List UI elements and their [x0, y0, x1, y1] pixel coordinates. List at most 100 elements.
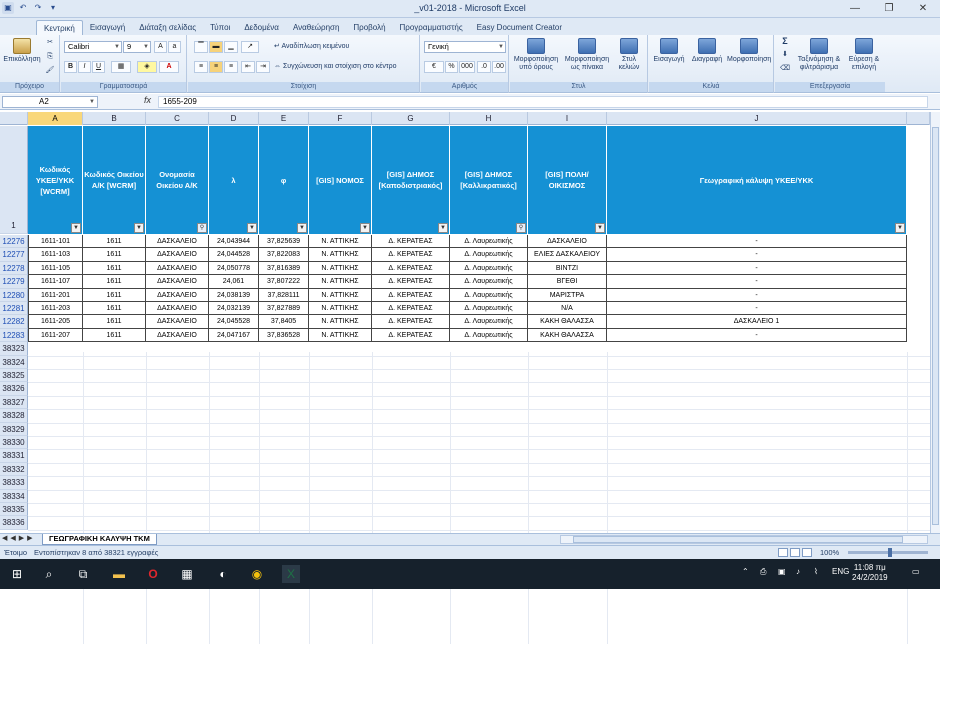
spreadsheet-grid[interactable]: A B C D E F G H I J 1 Κωδικός ΥΚΕΕ/ΥΚΚ [… [0, 112, 930, 644]
formula-input[interactable]: 1655-209 [158, 96, 928, 108]
table-cell[interactable]: 37,836528 [259, 328, 309, 343]
row-header[interactable]: 12280 [0, 288, 28, 302]
percent-button[interactable]: % [445, 61, 458, 73]
task-view-icon[interactable]: ⧉ [74, 565, 92, 583]
font-size-select[interactable]: 9 ▼ [123, 41, 151, 53]
table-cell[interactable]: 1611 [83, 288, 146, 302]
table-cell[interactable]: 37,827889 [259, 302, 309, 316]
align-top-icon[interactable]: ▔ [194, 41, 208, 53]
filter-active-icon[interactable]: ⚲ [197, 223, 207, 233]
table-cell[interactable]: ΒΓΕΘΙ [528, 275, 607, 289]
disk-utility-icon[interactable]: ◐ [214, 565, 232, 583]
font-color-icon[interactable]: A [159, 61, 179, 73]
delete-cells-button[interactable]: Διαγραφή [689, 38, 725, 64]
page-layout-view-icon[interactable] [790, 548, 800, 557]
table-cell[interactable]: - [607, 288, 907, 302]
table-cell[interactable]: ΔΑΣΚΑΛΕΙΟ [146, 302, 209, 316]
header-cell-code[interactable]: Κωδικός ΥΚΕΕ/ΥΚΚ [WCRM] ▼ [28, 126, 83, 234]
table-cell[interactable]: ΕΛΙΕΣ ΔΑΣΚΑΛΕΙΟΥ [528, 248, 607, 262]
clear-icon[interactable]: ⌫ [779, 65, 791, 73]
row-header[interactable]: 12276 [0, 235, 28, 249]
sort-filter-button[interactable]: Ταξινόμηση & φιλτράρισμα [795, 38, 843, 72]
row-header[interactable]: 12278 [0, 261, 28, 276]
row-header[interactable]: 12282 [0, 315, 28, 329]
header-cell-prefecture[interactable]: [GIS] ΝΟΜΟΣ ▼ [309, 126, 372, 234]
table-cell[interactable]: Δ. Λαυρεωτικής [450, 328, 528, 343]
row-header[interactable]: 38326 [0, 382, 28, 396]
table-cell[interactable]: ΔΑΣΚΑΛΕΙΟ [146, 315, 209, 329]
table-cell[interactable]: 24,038139 [209, 288, 259, 302]
table-cell[interactable]: 1611-201 [28, 288, 83, 302]
column-header-d[interactable]: D [209, 112, 259, 125]
filter-dropdown-icon[interactable]: ▼ [360, 223, 370, 233]
table-cell[interactable]: ΔΑΣΚΑΛΕΙΟ [146, 248, 209, 262]
normal-view-icon[interactable] [778, 548, 788, 557]
table-cell[interactable]: 24,044528 [209, 248, 259, 262]
table-cell[interactable]: 37,816389 [259, 261, 309, 276]
header-cell-exchange-code[interactable]: Κωδικός Οικείου Α/Κ [WCRM] ▼ [83, 126, 146, 234]
tray-app-icon[interactable]: ▣ [778, 567, 786, 576]
tab-insert[interactable]: Εισαγωγή [83, 20, 132, 35]
row-header[interactable]: 12277 [0, 248, 28, 262]
cell-styles-button[interactable]: Στυλ κελιών [614, 38, 644, 72]
table-cell[interactable]: - [607, 328, 907, 343]
maximize-button[interactable]: ❐ [872, 0, 906, 18]
table-cell[interactable]: Ν. ΑΤΤΙΚΗΣ [309, 288, 372, 302]
table-cell[interactable]: - [607, 302, 907, 316]
table-cell[interactable]: 1611-101 [28, 235, 83, 249]
increase-decimal-icon[interactable]: .0 [477, 61, 491, 73]
table-cell[interactable]: 37,8405 [259, 315, 309, 329]
grow-font-button[interactable]: A [154, 41, 167, 53]
horizontal-scrollbar[interactable] [560, 535, 928, 544]
vertical-scrollbar[interactable] [930, 112, 940, 533]
row-header[interactable]: 38325 [0, 369, 28, 383]
table-cell[interactable]: Δ. Λαυρεωτικής [450, 248, 528, 262]
table-cell[interactable]: 1611 [83, 315, 146, 329]
table-cell[interactable]: Δ. ΚΕΡΑΤΕΑΣ [372, 235, 450, 249]
table-cell[interactable]: Δ. Λαυρεωτικής [450, 235, 528, 249]
fill-icon[interactable]: ⬇ [779, 51, 791, 59]
table-cell[interactable]: Ν. ΑΤΤΙΚΗΣ [309, 235, 372, 249]
table-cell[interactable]: 1611 [83, 235, 146, 249]
table-cell[interactable]: ΒΙΝΤΖΙ [528, 261, 607, 276]
table-cell[interactable]: 24,032139 [209, 302, 259, 316]
chrome-icon[interactable]: ◉ [248, 565, 266, 583]
tab-home[interactable]: Κεντρική [36, 20, 83, 35]
currency-icon[interactable]: € [424, 61, 444, 73]
italic-button[interactable]: I [78, 61, 91, 73]
align-right-icon[interactable]: ≡ [224, 61, 238, 73]
align-center-icon[interactable]: ≡ [209, 61, 223, 73]
table-cell[interactable]: 24,047167 [209, 328, 259, 343]
filter-dropdown-icon[interactable]: ▼ [71, 223, 81, 233]
filter-dropdown-icon[interactable]: ▼ [297, 223, 307, 233]
column-header-c[interactable]: C [146, 112, 209, 125]
align-middle-icon[interactable]: ▬ [209, 41, 223, 53]
table-cell[interactable]: ΔΑΣΚΑΛΕΙΟ [146, 235, 209, 249]
tab-view[interactable]: Προβολή [346, 20, 392, 35]
table-cell[interactable]: 37,825639 [259, 235, 309, 249]
table-cell[interactable]: 1611 [83, 248, 146, 262]
orientation-icon[interactable]: ↗ [241, 41, 259, 53]
table-cell[interactable]: Δ. ΚΕΡΑΤΕΑΣ [372, 288, 450, 302]
conditional-formatting-button[interactable]: Μορφοποίηση υπό όρους [512, 38, 560, 72]
wrap-text-button[interactable]: ↵ Αναδίπλωση κειμένου [274, 43, 349, 51]
horizontal-scroll-thumb[interactable] [573, 536, 903, 543]
row-header[interactable]: 38335 [0, 503, 28, 517]
minimize-button[interactable]: — [838, 0, 872, 18]
table-cell[interactable]: ΔΑΣΚΑΛΕΙΟ 1 [607, 315, 907, 329]
column-header-h[interactable]: H [450, 112, 528, 125]
table-cell[interactable]: N/A [528, 302, 607, 316]
windows-start-icon[interactable]: ⊞ [8, 565, 26, 583]
table-cell[interactable]: 1611-203 [28, 302, 83, 316]
row-header[interactable]: 38323 [0, 342, 28, 356]
vertical-scroll-thumb[interactable] [932, 127, 939, 525]
header-cell-longitude[interactable]: λ ▼ [209, 126, 259, 234]
clock[interactable]: 11:08 πμ 24/2/2019 [852, 563, 888, 583]
table-cell[interactable]: Δ. Λαυρεωτικής [450, 275, 528, 289]
decrease-indent-icon[interactable]: ⇤ [241, 61, 255, 73]
table-cell[interactable]: Δ. Λαυρεωτικής [450, 288, 528, 302]
row-header[interactable]: 38331 [0, 449, 28, 463]
search-icon[interactable]: ⌕ [40, 565, 58, 583]
shrink-font-button[interactable]: a [168, 41, 181, 53]
table-cell[interactable]: ΔΑΣΚΑΛΕΙΟ [528, 235, 607, 249]
